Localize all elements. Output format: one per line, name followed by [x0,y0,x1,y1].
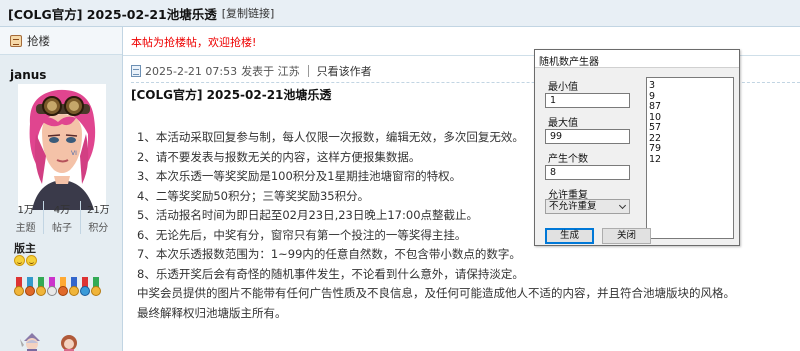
count-label: 产生个数 [548,154,588,165]
meta-separator [307,65,309,77]
result-number: 9 [649,90,656,102]
medal-icon[interactable] [80,277,90,301]
grab-floor-notice: 本帖为抢楼帖，欢迎抢楼! [131,36,257,49]
author-role: 版主 [14,242,36,255]
grab-floor-icon [10,34,22,47]
medal-icon[interactable] [69,277,79,301]
post-title: [COLG官方] 2025-02-21池塘乐透 [131,88,332,102]
stat-points[interactable]: 21万 积分 [81,201,116,234]
result-number: 3 [649,80,656,91]
close-button[interactable]: 关闭 [602,228,651,244]
generate-button[interactable]: 生成 [545,228,594,244]
result-number: 87 [649,101,662,112]
max-label: 最大值 [548,118,578,129]
stat-points-value: 21万 [86,205,110,216]
stat-threads[interactable]: 1万 主题 [8,201,45,234]
post-line: 8、乐透开奖后会有奇怪的随机事件发生，不论看到什么意外，请保持淡定。 [137,266,524,281]
character-badges [18,333,82,351]
min-value-input[interactable]: 1 [545,93,630,108]
post-line: 最终解释权归池塘版主所有。 [137,305,287,320]
forum-page: [COLG官方] 2025-02-21池塘乐透 [复制链接] 抢楼 janus [0,0,800,351]
copy-link-button[interactable]: [复制链接] [222,5,275,21]
svg-text:VI: VI [71,150,77,157]
avatar[interactable]: VI [18,84,106,210]
stat-posts[interactable]: 4万 帖子 [44,201,81,234]
post-meta: 2025-2-21 07:53 发表于 江苏 只看该作者 [131,63,372,79]
result-number: 12 [649,153,662,165]
medal-icon[interactable] [91,277,101,301]
stat-threads-value: 1万 [17,205,34,216]
thread-title-bar: [COLG官方] 2025-02-21池塘乐透 [复制链接] [0,0,800,27]
medal-icon[interactable] [58,277,68,301]
repeat-select[interactable]: 不允许重复 [545,199,630,214]
result-number: 57 [649,122,662,133]
stat-posts-value: 4万 [53,205,71,216]
author-only-link[interactable]: 只看该作者 [317,63,372,79]
medal-icon[interactable] [25,277,35,301]
stat-posts-label: 帖子 [51,223,72,234]
character-badge-icon [20,333,40,351]
rank-icons [14,255,37,266]
count-input[interactable]: 8 [545,165,630,180]
result-number: 22 [649,132,662,144]
medal-icon[interactable] [14,277,24,301]
medal-icon[interactable] [47,277,57,301]
min-label: 最小值 [548,82,578,93]
stat-points-label: 积分 [88,223,109,234]
dialog-title: 随机数产生器 [535,50,739,68]
post-line: 7、本次乐透报数范围为：1~99内的任意自然数，不包含带小数点的数字。 [137,247,521,261]
stat-threads-label: 主题 [15,223,36,234]
max-value-input[interactable]: 99 [545,129,630,144]
grab-floor-label: 抢楼 [27,33,50,48]
chevron-down-icon [618,201,627,210]
medal-row [14,277,101,301]
post-date: 2025-2-21 07:53 [145,64,238,78]
post-line: 中奖会员提供的图片不能带有任何广告性质及不良信息，及任何可能造成他人不适的内容，… [137,286,735,300]
grab-floor-link[interactable]: 抢楼 [0,27,122,55]
author-username[interactable]: janus [10,68,46,82]
repeat-select-value: 不允许重复 [549,201,597,212]
smiley-icon [26,255,37,266]
random-number-generator-dialog: 随机数产生器 最小值 1 最大值 99 产生个数 8 允许重复 不允许重复 3 … [534,49,740,246]
post-icon [131,65,141,77]
thread-title: [COLG官方] 2025-02-21池塘乐透 [8,6,217,22]
author-sidebar: 抢楼 janus VI 1万 主题 4万 帖子 21万 积分 版主 [0,27,123,351]
medal-icon[interactable] [36,277,46,301]
results-output[interactable]: 3 9 87 10 57 22 79 12 [646,77,734,239]
smiley-icon [14,255,25,266]
author-stats: 1万 主题 4万 帖子 21万 积分 [8,201,116,234]
character-badge-icon [61,335,77,351]
post-location: 发表于 江苏 [241,65,300,78]
result-number: 79 [649,143,662,154]
result-number: 10 [649,111,662,123]
